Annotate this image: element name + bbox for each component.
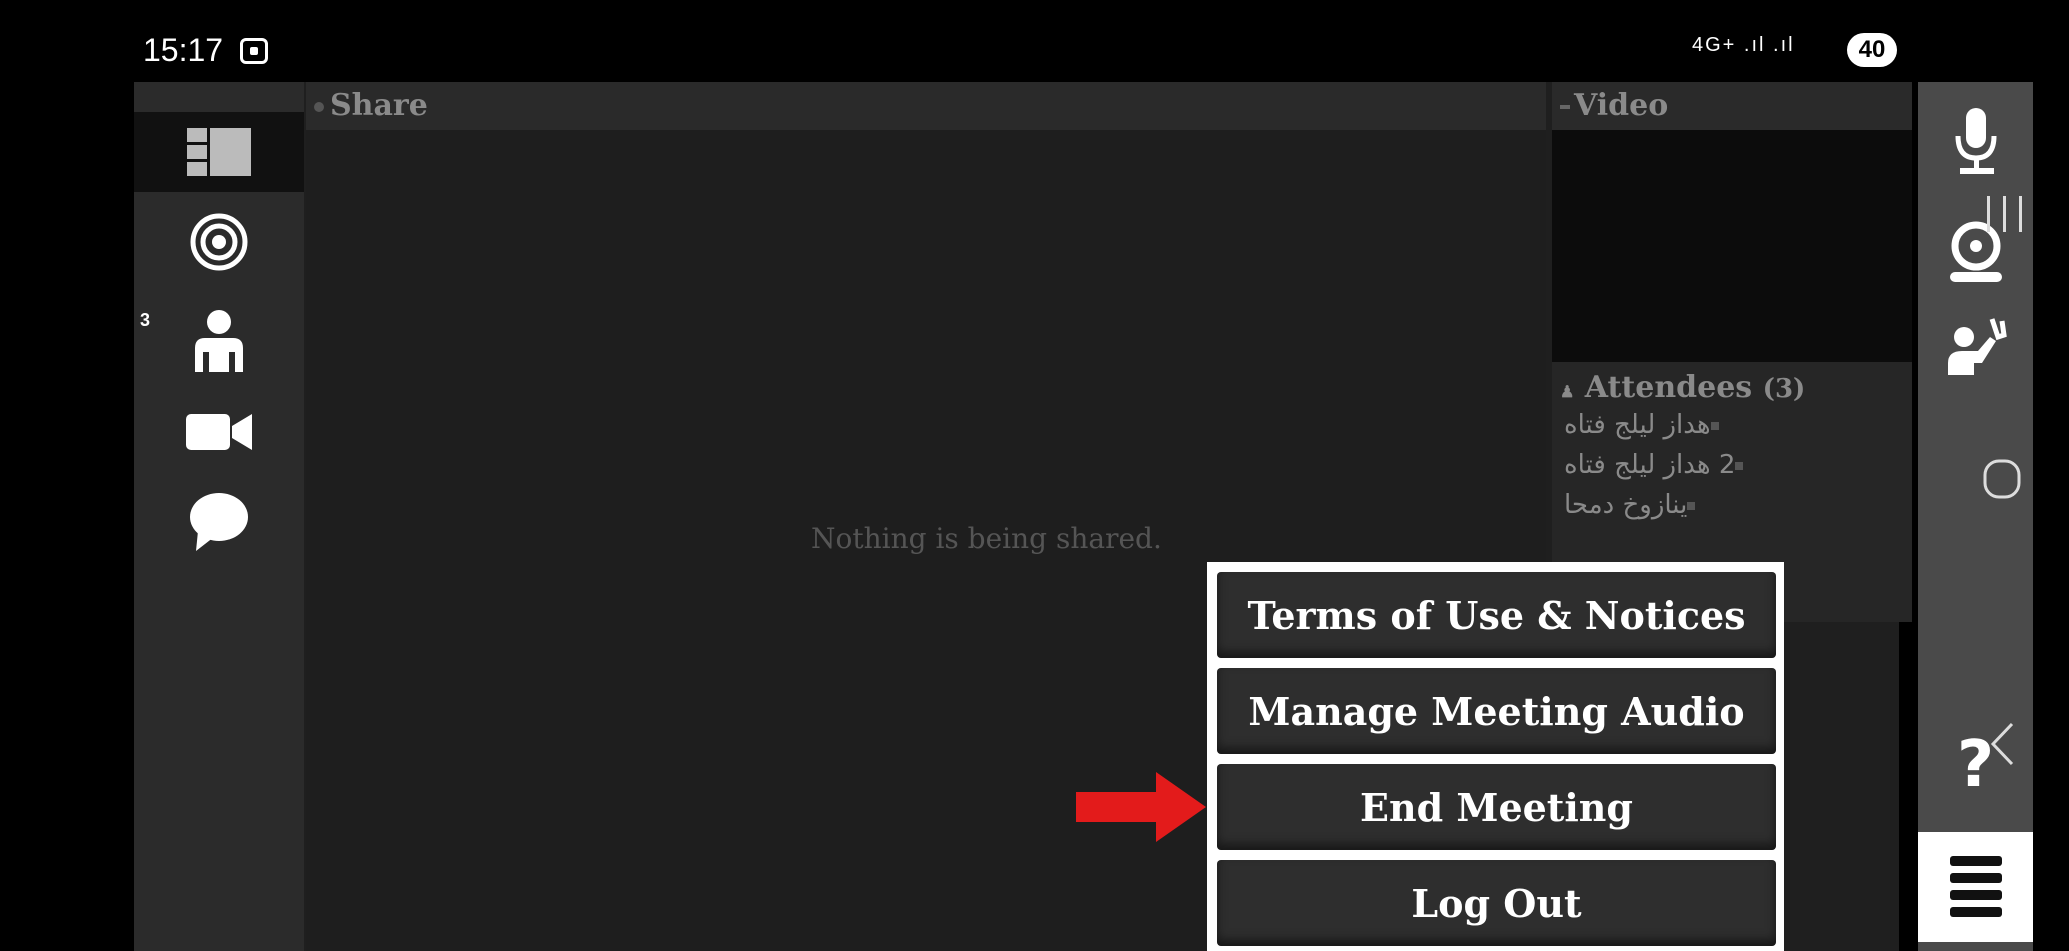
- participants-button[interactable]: 3: [134, 300, 304, 380]
- video-button[interactable]: [134, 392, 304, 472]
- options-menu: Terms of Use & Notices Manage Meeting Au…: [1207, 562, 1784, 951]
- log-out-button[interactable]: Log Out: [1217, 860, 1776, 946]
- recent-apps-icon[interactable]: [1985, 196, 2025, 232]
- minimize-icon: [1560, 105, 1570, 109]
- raise-hand-button[interactable]: [1918, 292, 2033, 402]
- share-header: Share: [306, 82, 1546, 130]
- camera-icon: [186, 414, 252, 450]
- hamburger-menu-icon: [1949, 856, 2002, 917]
- attendee-name: هداز لیلج فتاه: [1564, 410, 1711, 440]
- video-title: Video: [1574, 88, 1669, 123]
- video-panel: Video: [1552, 82, 1912, 362]
- home-icon[interactable]: [1982, 458, 2022, 500]
- help-button[interactable]: ?: [1918, 710, 2033, 820]
- record-button[interactable]: [134, 202, 304, 282]
- attendee-row[interactable]: هداز لیلج فتاه: [1552, 405, 1912, 445]
- back-icon[interactable]: [1990, 722, 2014, 766]
- video-header: Video: [1552, 82, 1912, 130]
- attendee-row[interactable]: 2 هداز لیلج فتاه: [1552, 445, 1912, 485]
- status-icon: [1735, 461, 1744, 470]
- person-icon: ♟: [1560, 382, 1575, 401]
- screenshot-icon: [240, 38, 268, 64]
- menu-button[interactable]: [1918, 832, 2033, 942]
- status-bar: 15:17 4G+ .ıl .ıl 40: [0, 0, 2069, 80]
- raise-hand-icon: [1947, 318, 2007, 375]
- share-empty-message: Nothing is being shared.: [811, 522, 1162, 555]
- red-arrow-icon: [1076, 772, 1206, 842]
- attendee-row[interactable]: ینازوخ دمحا: [1552, 485, 1912, 525]
- participants-badge: 3: [140, 310, 151, 330]
- attendee-name: 2 هداز لیلج فتاه: [1564, 450, 1736, 480]
- manage-audio-button[interactable]: Manage Meeting Audio: [1217, 668, 1776, 754]
- left-sidebar: 3: [134, 82, 304, 951]
- clock: 15:17: [143, 32, 224, 68]
- microphone-icon: [1955, 108, 1996, 174]
- terms-of-use-button[interactable]: Terms of Use & Notices: [1217, 572, 1776, 658]
- participants-icon: [195, 310, 243, 372]
- end-meeting-button[interactable]: End Meeting: [1217, 764, 1776, 850]
- target-icon: [190, 213, 248, 271]
- network-signal: 4G+ .ıl .ıl: [1692, 34, 1795, 56]
- attendee-name: ینازوخ دمحا: [1564, 490, 1688, 520]
- attendees-header: ♟ Attendees (3): [1552, 362, 1912, 405]
- status-icon: [1687, 501, 1696, 510]
- layout-button[interactable]: [134, 112, 304, 192]
- battery-indicator: 40: [1847, 33, 1897, 67]
- attendees-count: (3): [1762, 374, 1806, 404]
- chat-icon: [190, 493, 248, 551]
- attendees-title: Attendees: [1584, 370, 1753, 405]
- share-title: Share: [330, 88, 428, 123]
- share-dot-icon: [314, 102, 324, 112]
- help-icon: ?: [1956, 728, 1995, 802]
- chat-button[interactable]: [134, 482, 304, 562]
- status-icon: [1710, 421, 1719, 430]
- microphone-button[interactable]: [1918, 87, 2033, 197]
- layout-icon: [187, 128, 251, 176]
